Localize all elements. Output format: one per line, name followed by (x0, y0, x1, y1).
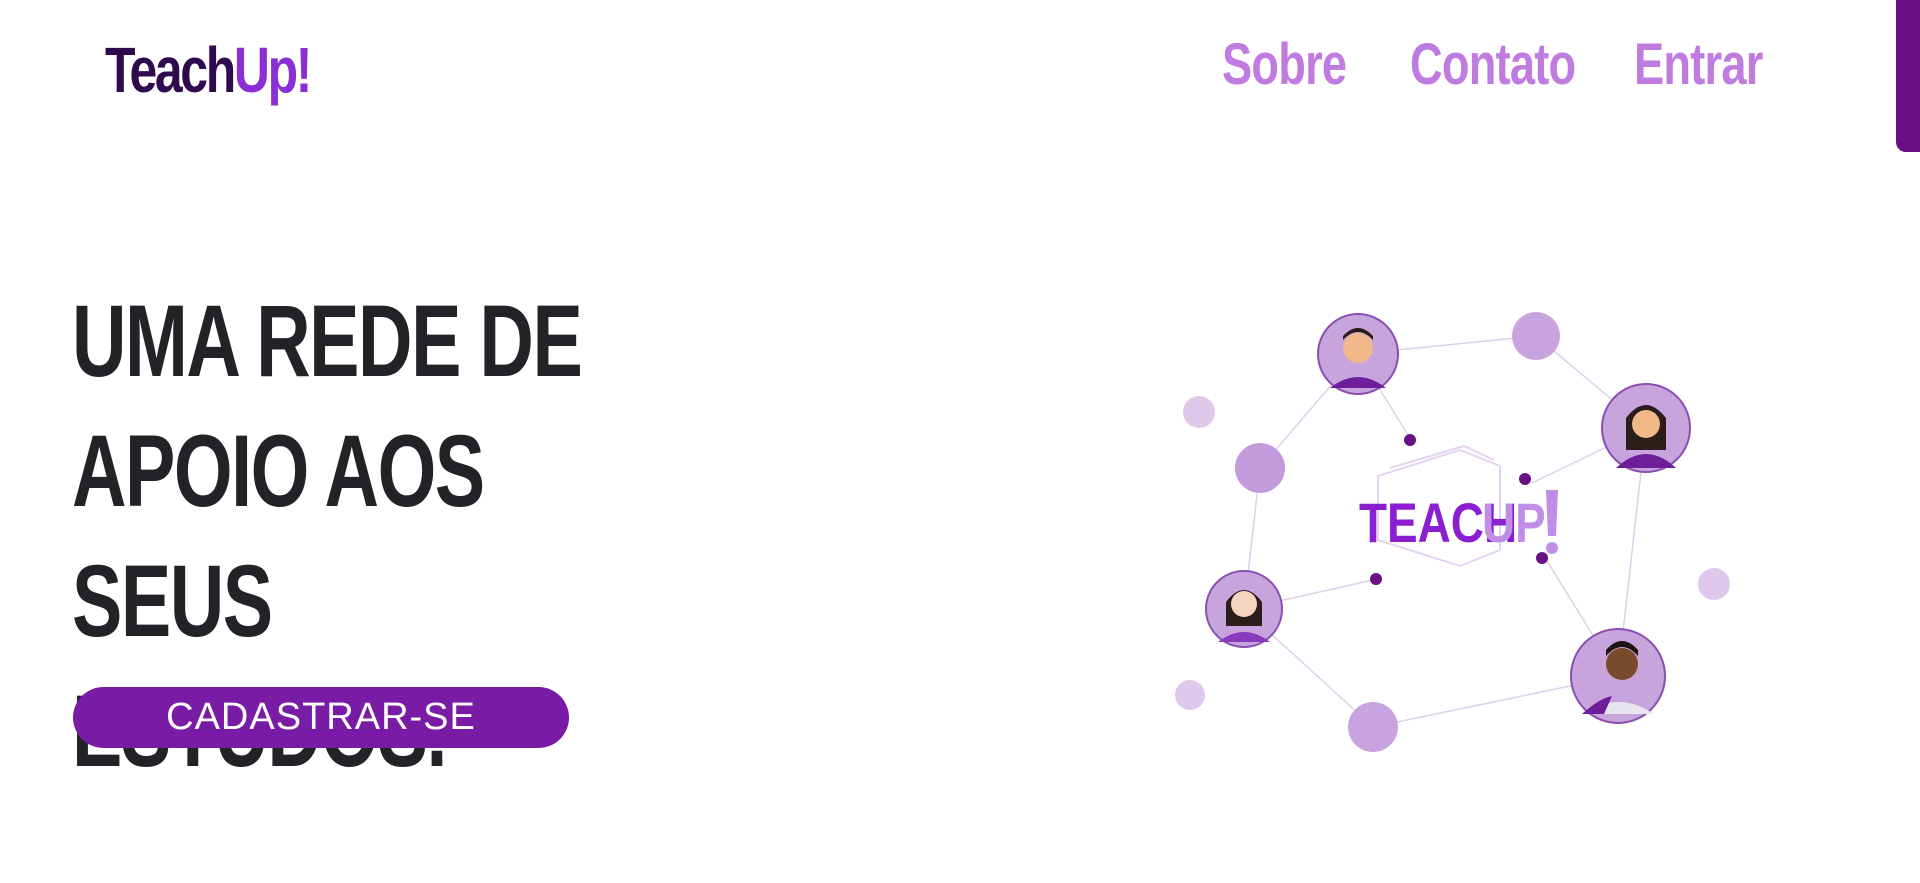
avatar-woman-right (1601, 383, 1691, 473)
avatar-man-bottom-right (1570, 628, 1666, 724)
avatar-person-phone (1317, 313, 1399, 395)
signup-button[interactable]: CADASTRAR-SE (73, 687, 569, 748)
avatar-woman-left (1205, 570, 1283, 648)
hero-title-line-1: UMA REDE DE (72, 284, 583, 398)
teachup-logo[interactable]: TeachUp! (105, 30, 312, 110)
nav-link-contato[interactable]: Contato (1410, 30, 1576, 100)
nav-link-sobre[interactable]: Sobre (1222, 30, 1347, 100)
logo-teach: Teach (105, 34, 236, 106)
scrollbar-thumb[interactable] (1896, 0, 1920, 152)
nav-link-entrar[interactable]: Entrar (1634, 30, 1763, 100)
teachup-books-logo: TEACH UP (1359, 444, 1558, 568)
illustration-label-up: UP (1482, 492, 1546, 554)
logo-up: Up! (233, 34, 312, 106)
hero-title-line-2: APOIO AOS SEUS (72, 414, 485, 658)
network-illustration: TEACH UP (1175, 312, 1730, 752)
